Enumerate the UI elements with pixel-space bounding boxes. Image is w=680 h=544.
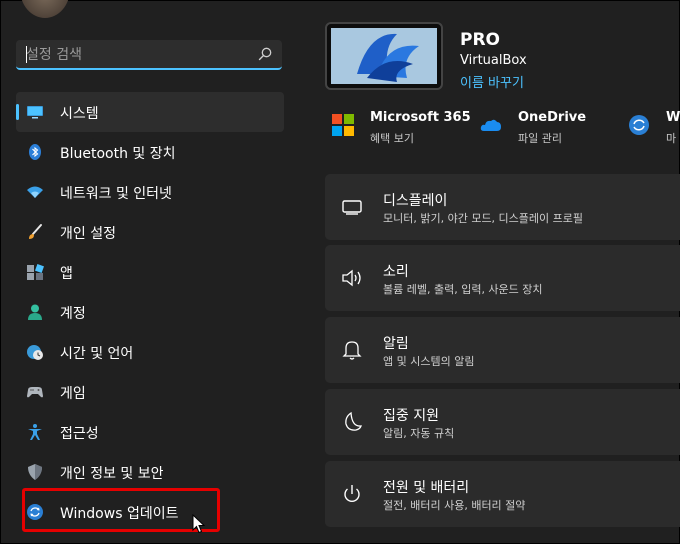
rename-link[interactable]: 이름 바꾸기 bbox=[460, 72, 524, 91]
onedrive-icon bbox=[480, 119, 501, 131]
settings-card-sound[interactable]: 소리 볼륨 레벨, 출력, 입력, 사운드 장치 bbox=[325, 245, 680, 311]
sidebar-item-label: 시간 및 언어 bbox=[60, 346, 134, 362]
account-icon bbox=[28, 304, 42, 320]
sidebar-item-label: 앱 bbox=[60, 266, 73, 282]
sidebar-item-accounts[interactable]: 계정 bbox=[16, 292, 284, 332]
quick-link-title: W bbox=[666, 110, 680, 125]
highlight-box bbox=[22, 488, 220, 532]
quick-link-subtitle: 혜택 보기 bbox=[370, 132, 414, 145]
card-title: 디스플레이 bbox=[383, 193, 448, 209]
settings-card-display[interactable]: 디스플레이 모니터, 밝기, 야간 모드, 디스플레이 프로필 bbox=[325, 174, 680, 240]
sidebar-item-personalization[interactable]: 개인 설정 bbox=[16, 212, 284, 252]
display-icon bbox=[342, 200, 362, 215]
card-subtitle: 앱 및 시스템의 알림 bbox=[383, 355, 475, 368]
card-title: 전원 및 배터리 bbox=[383, 480, 470, 496]
sidebar-item-label: 접근성 bbox=[60, 426, 99, 442]
quick-link-subtitle: 마 bbox=[666, 132, 677, 145]
card-subtitle: 절전, 배터리 사용, 배터리 절약 bbox=[383, 499, 526, 512]
apps-icon bbox=[27, 264, 44, 280]
device-model: VirtualBox bbox=[460, 53, 527, 68]
quick-link-subtitle: 파일 관리 bbox=[518, 132, 562, 145]
card-title: 알림 bbox=[383, 336, 409, 352]
clock-globe-icon bbox=[27, 345, 43, 360]
microsoft365-icon bbox=[332, 114, 354, 136]
search-box[interactable] bbox=[16, 40, 282, 70]
settings-card-focus-assist[interactable]: 집중 지원 알림, 자동 규칙 bbox=[325, 389, 680, 455]
windows-bloom-wallpaper-icon bbox=[331, 28, 437, 84]
sidebar-item-label: 개인 정보 및 보안 bbox=[60, 466, 164, 482]
sidebar: 시스템 Bluetooth 및 장치 네트워크 및 인터넷 개인 설정 bbox=[0, 0, 300, 544]
shield-icon bbox=[28, 464, 42, 480]
gamepad-icon bbox=[27, 387, 43, 398]
bell-icon bbox=[342, 341, 362, 360]
main-content: PRO VirtualBox 이름 바꾸기 Microsoft 365 혜택 보… bbox=[300, 0, 680, 544]
quick-link-title: Microsoft 365 bbox=[370, 110, 471, 125]
quick-link-onedrive[interactable]: OneDrive 파일 관리 bbox=[480, 108, 620, 148]
search-icon[interactable] bbox=[257, 46, 273, 62]
sidebar-item-gaming[interactable]: 게임 bbox=[16, 372, 284, 412]
sidebar-item-network[interactable]: 네트워크 및 인터넷 bbox=[16, 172, 284, 212]
sidebar-item-label: 시스템 bbox=[60, 106, 99, 122]
avatar[interactable] bbox=[20, 0, 70, 18]
sidebar-item-time-language[interactable]: 시간 및 언어 bbox=[16, 332, 284, 372]
moon-icon bbox=[345, 411, 362, 431]
search-input[interactable] bbox=[26, 45, 246, 65]
card-subtitle: 알림, 자동 규칙 bbox=[383, 427, 455, 440]
speaker-icon bbox=[342, 269, 361, 287]
sidebar-item-privacy-security[interactable]: 개인 정보 및 보안 bbox=[16, 452, 284, 492]
settings-card-power-battery[interactable]: 전원 및 배터리 절전, 배터리 사용, 배터리 절약 bbox=[325, 461, 680, 527]
sidebar-item-label: 계정 bbox=[60, 306, 86, 322]
selection-indicator bbox=[16, 104, 19, 120]
sidebar-item-apps[interactable]: 앱 bbox=[16, 252, 284, 292]
sidebar-item-accessibility[interactable]: 접근성 bbox=[16, 412, 284, 452]
wifi-icon bbox=[27, 186, 43, 198]
mouse-cursor-icon bbox=[192, 514, 206, 534]
sidebar-item-system[interactable]: 시스템 bbox=[16, 92, 284, 132]
brush-icon bbox=[29, 224, 42, 239]
sidebar-item-label: 네트워크 및 인터넷 bbox=[60, 186, 172, 202]
quick-link-title: OneDrive bbox=[518, 110, 587, 125]
card-subtitle: 볼륨 레벨, 출력, 입력, 사운드 장치 bbox=[383, 283, 543, 296]
sidebar-nav: 시스템 Bluetooth 및 장치 네트워크 및 인터넷 개인 설정 앱 계정… bbox=[16, 92, 284, 532]
sidebar-item-label: 게임 bbox=[60, 386, 86, 402]
sidebar-item-bluetooth[interactable]: Bluetooth 및 장치 bbox=[16, 132, 284, 172]
sidebar-item-label: Bluetooth 및 장치 bbox=[60, 146, 176, 162]
bluetooth-icon bbox=[29, 144, 41, 160]
windows-update-icon bbox=[629, 115, 649, 135]
device-name: PRO bbox=[460, 30, 501, 50]
device-wallpaper-thumbnail[interactable] bbox=[325, 22, 443, 90]
power-icon bbox=[344, 485, 360, 503]
card-title: 집중 지원 bbox=[383, 408, 439, 424]
card-subtitle: 모니터, 밝기, 야간 모드, 디스플레이 프로필 bbox=[383, 212, 584, 225]
sidebar-item-label: 개인 설정 bbox=[60, 226, 116, 242]
monitor-icon bbox=[27, 106, 43, 119]
text-caret bbox=[26, 46, 27, 63]
quick-link-windows-update[interactable]: W 마 bbox=[628, 108, 680, 148]
accessibility-icon bbox=[28, 424, 42, 440]
settings-card-notifications[interactable]: 알림 앱 및 시스템의 알림 bbox=[325, 317, 680, 383]
quick-link-microsoft365[interactable]: Microsoft 365 혜택 보기 bbox=[332, 108, 471, 148]
card-title: 소리 bbox=[383, 264, 409, 280]
